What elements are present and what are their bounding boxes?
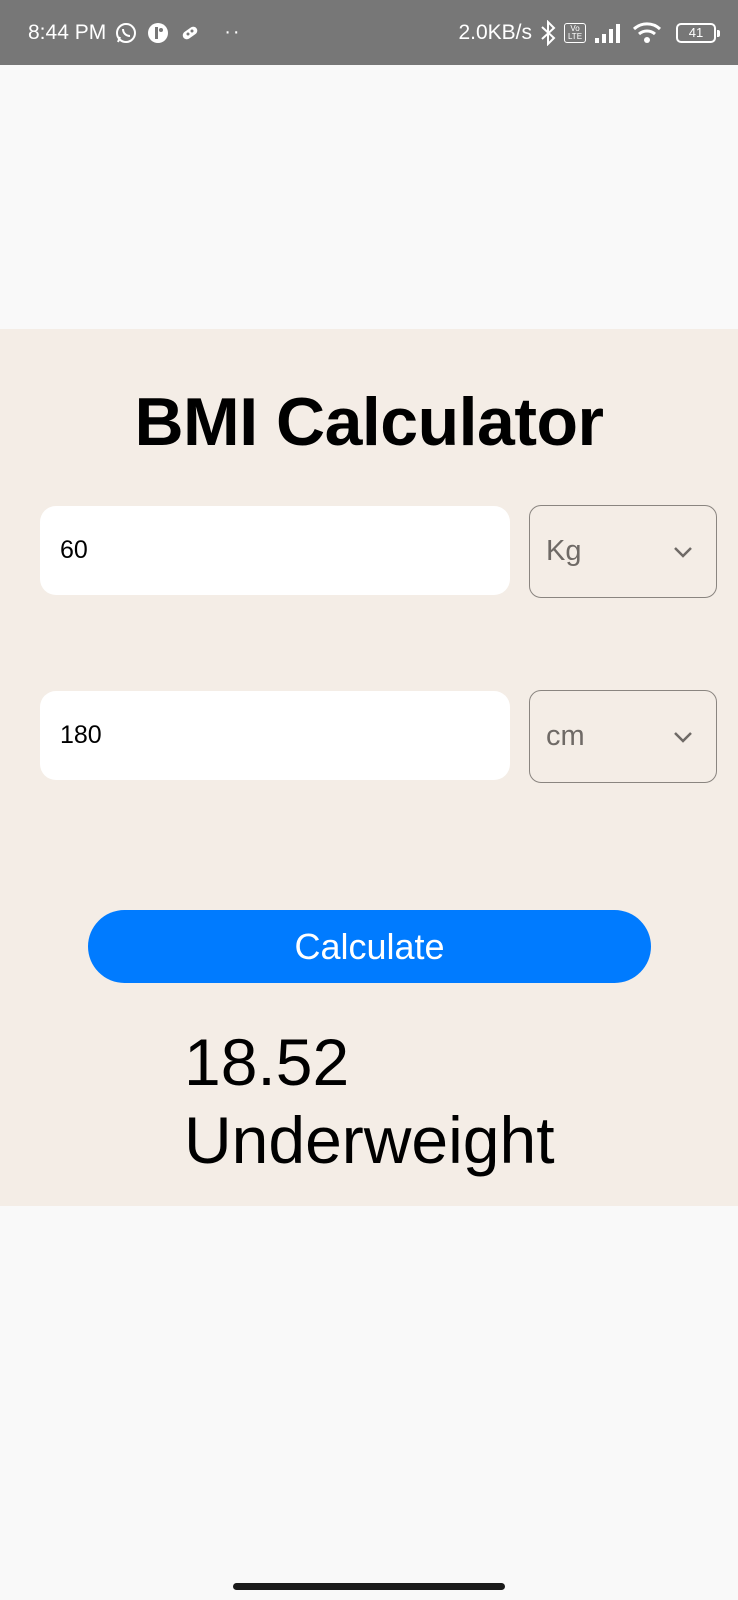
chevron-down-icon (674, 546, 692, 558)
height-unit-label: cm (546, 720, 585, 752)
weight-value: 60 (60, 536, 88, 564)
volte-icon: Vo LTE (564, 22, 586, 43)
bmi-card: BMI Calculator 60 Kg 180 cm Calculate 18… (0, 329, 738, 1206)
chevron-down-icon (674, 731, 692, 743)
page-title: BMI Calculator (134, 384, 604, 460)
home-indicator[interactable] (233, 1583, 505, 1590)
bluetooth-icon (540, 19, 556, 46)
status-bar-right: 2.0KB/s Vo LTE 41 (458, 19, 720, 46)
network-speed: 2.0KB/s (458, 20, 532, 44)
status-time: 8:44 PM (28, 20, 107, 44)
battery-level: 41 (688, 25, 704, 40)
whatsapp-icon (114, 21, 138, 45)
bmi-result-status: Underweight (184, 1103, 555, 1177)
more-notifications-dots: ·· (224, 21, 242, 43)
height-value: 180 (60, 721, 102, 749)
app-icon (146, 21, 170, 45)
weight-unit-select[interactable]: Kg (529, 505, 717, 598)
bmi-result-value: 18.52 (184, 1025, 350, 1099)
status-bar-left: 8:44 PM ·· (28, 21, 242, 45)
weight-unit-label: Kg (546, 535, 582, 567)
gamepad-icon (178, 21, 202, 45)
height-unit-select[interactable]: cm (529, 690, 717, 783)
wifi-icon (632, 21, 662, 45)
battery-icon: 41 (676, 22, 720, 43)
status-bar: 8:44 PM ·· 2.0KB/s Vo LTE 41 (0, 0, 738, 65)
signal-icon (594, 22, 624, 44)
height-input[interactable]: 180 (40, 691, 510, 780)
weight-input[interactable]: 60 (40, 506, 510, 595)
calculate-button[interactable]: Calculate (88, 910, 651, 983)
